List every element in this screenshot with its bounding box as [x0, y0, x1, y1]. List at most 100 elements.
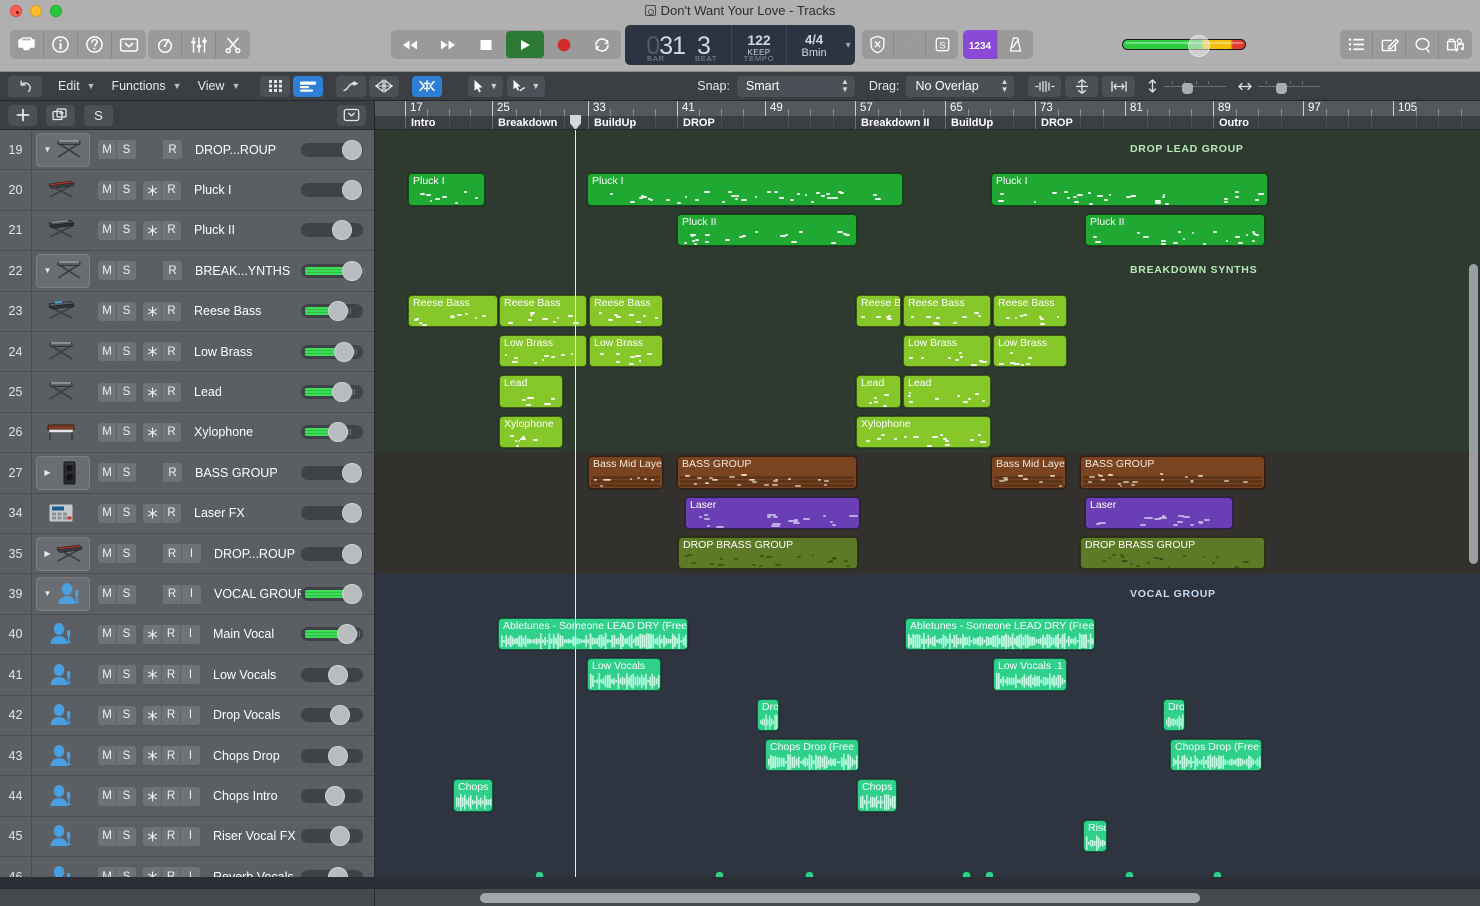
- solo-button[interactable]: S: [117, 665, 136, 685]
- mute-button[interactable]: M: [98, 503, 117, 523]
- input-monitor-button[interactable]: I: [181, 826, 200, 846]
- solo-button[interactable]: S: [117, 624, 136, 644]
- volume-knob[interactable]: [332, 382, 352, 403]
- track-lane[interactable]: [375, 453, 1480, 494]
- mute-button[interactable]: M: [98, 301, 117, 321]
- track-icon-box[interactable]: [32, 173, 90, 207]
- drag-dropdown[interactable]: No Overlap ▲ ▼: [906, 75, 1015, 97]
- record-enable-button[interactable]: R: [162, 301, 181, 321]
- metronome-button[interactable]: [998, 30, 1033, 59]
- freeze-button[interactable]: [143, 301, 162, 321]
- region[interactable]: Reese Bass: [589, 294, 663, 327]
- lcd-tempo[interactable]: 122 KEEP TEMPO: [732, 25, 787, 65]
- region[interactable]: Laser: [685, 496, 860, 529]
- track-name[interactable]: Reese Bass: [194, 304, 301, 318]
- input-monitor-button[interactable]: I: [182, 544, 201, 564]
- track-header-row[interactable]: 45 M S R I Riser Vocal FX: [0, 816, 374, 858]
- list-editors-button[interactable]: [1340, 30, 1373, 59]
- mute-button[interactable]: M: [98, 867, 117, 877]
- region[interactable]: Pluck II: [677, 213, 857, 247]
- region[interactable]: Chops Drop (Free: [1170, 739, 1262, 772]
- track-header-row[interactable]: 35 ▶ M S R I DROP...ROUP: [0, 534, 374, 575]
- stop-button[interactable]: [467, 30, 505, 59]
- region[interactable]: [1125, 871, 1134, 877]
- freeze-button[interactable]: [143, 826, 162, 846]
- track-header-row[interactable]: 41 M S R I Low Vocals: [0, 655, 374, 696]
- region[interactable]: Reese Bass: [903, 294, 991, 327]
- horizontal-scrollbar-thumb[interactable]: [480, 893, 1200, 903]
- count-in-button[interactable]: 1234: [963, 30, 998, 59]
- record-enable-button[interactable]: R: [162, 826, 181, 846]
- volume-knob[interactable]: [342, 462, 362, 483]
- solo-button[interactable]: S: [117, 422, 136, 442]
- track-lane[interactable]: [375, 736, 1480, 777]
- vertical-zoom-slider[interactable]: [1164, 78, 1227, 94]
- track-lane[interactable]: [375, 695, 1480, 736]
- record-enable-button[interactable]: R: [162, 665, 181, 685]
- toolbar-toggle-button[interactable]: [112, 30, 146, 59]
- track-volume-slider[interactable]: [301, 584, 366, 605]
- track-name[interactable]: Main Vocal: [213, 627, 301, 641]
- vertical-fit-icon[interactable]: [1065, 75, 1099, 97]
- track-volume-slider[interactable]: [301, 503, 363, 524]
- track-volume-slider[interactable]: [301, 382, 363, 403]
- track-volume-slider[interactable]: [301, 341, 363, 362]
- track-name[interactable]: BREAK...YNTHS: [195, 264, 301, 278]
- volume-knob[interactable]: [337, 624, 357, 645]
- record-enable-button[interactable]: R: [162, 220, 181, 240]
- volume-knob[interactable]: [328, 301, 348, 322]
- track-lane[interactable]: [375, 493, 1480, 534]
- editors-button[interactable]: [216, 30, 250, 59]
- solo-button[interactable]: S: [117, 342, 136, 362]
- track-name[interactable]: DROP...ROUP: [195, 143, 301, 157]
- region[interactable]: Low Brass: [903, 335, 991, 368]
- replace-mode-button[interactable]: [862, 30, 894, 59]
- track-name[interactable]: Pluck II: [194, 223, 301, 237]
- volume-knob[interactable]: [328, 745, 348, 766]
- track-volume-slider[interactable]: [301, 139, 363, 160]
- freeze-button[interactable]: [143, 705, 162, 725]
- snap-dropdown[interactable]: Smart ▲ ▼: [736, 75, 855, 97]
- track-name[interactable]: VOCAL GROUP: [214, 587, 301, 601]
- track-header-row[interactable]: 42 M S R I Drop Vocals: [0, 695, 374, 736]
- track-name[interactable]: Riser Vocal FX: [213, 829, 301, 843]
- track-icon-box[interactable]: [32, 698, 90, 732]
- lcd-display[interactable]: 031 3 BAR BEAT 122 KEEP TEMPO 4/4 Bmin ▾: [625, 25, 855, 65]
- mute-button[interactable]: M: [98, 180, 117, 200]
- record-enable-button[interactable]: R: [163, 544, 182, 564]
- track-icon-box[interactable]: [32, 779, 90, 813]
- volume-knob[interactable]: [342, 260, 362, 281]
- freeze-button[interactable]: [143, 786, 162, 806]
- solo-button[interactable]: S: [117, 301, 136, 321]
- region[interactable]: [805, 871, 814, 877]
- functions-menu[interactable]: Functions ▼: [111, 79, 181, 93]
- volume-knob[interactable]: [332, 220, 352, 241]
- input-monitor-button[interactable]: I: [181, 624, 200, 644]
- record-enable-button[interactable]: R: [162, 746, 181, 766]
- mute-button[interactable]: M: [98, 544, 117, 564]
- region[interactable]: Low Brass: [499, 335, 587, 368]
- play-button[interactable]: [506, 31, 544, 58]
- track-header-row[interactable]: 34 M S R Laser FX: [0, 493, 374, 534]
- track-solo-button[interactable]: S: [84, 104, 113, 126]
- mute-button[interactable]: M: [98, 786, 117, 806]
- region[interactable]: DROP BRASS GROUP: [1080, 537, 1265, 570]
- track-icon-box[interactable]: [32, 617, 90, 651]
- volume-knob[interactable]: [334, 341, 354, 362]
- region[interactable]: Low Vocals .1: [993, 658, 1067, 691]
- region[interactable]: DROP BRASS GROUP: [678, 537, 858, 570]
- solo-button[interactable]: S: [117, 503, 136, 523]
- undo-icon[interactable]: [8, 75, 42, 97]
- disclosure-open-icon[interactable]: ▼: [42, 590, 53, 598]
- track-header-row[interactable]: 24 M S R Low Brass: [0, 332, 374, 373]
- solo-button[interactable]: S: [117, 826, 136, 846]
- mute-button[interactable]: M: [98, 342, 117, 362]
- volume-knob[interactable]: [342, 543, 362, 564]
- freeze-button[interactable]: [143, 342, 162, 362]
- track-header-row[interactable]: 44 M S R I Chops Intro: [0, 776, 374, 817]
- track-volume-slider[interactable]: [301, 301, 363, 322]
- region[interactable]: Lead: [903, 375, 991, 408]
- track-lane[interactable]: [375, 776, 1480, 817]
- arrange-area[interactable]: DROP LEAD GROUP BREAKDOWN SYNTHS VOCAL GRO…: [375, 130, 1480, 877]
- record-enable-button[interactable]: R: [162, 342, 181, 362]
